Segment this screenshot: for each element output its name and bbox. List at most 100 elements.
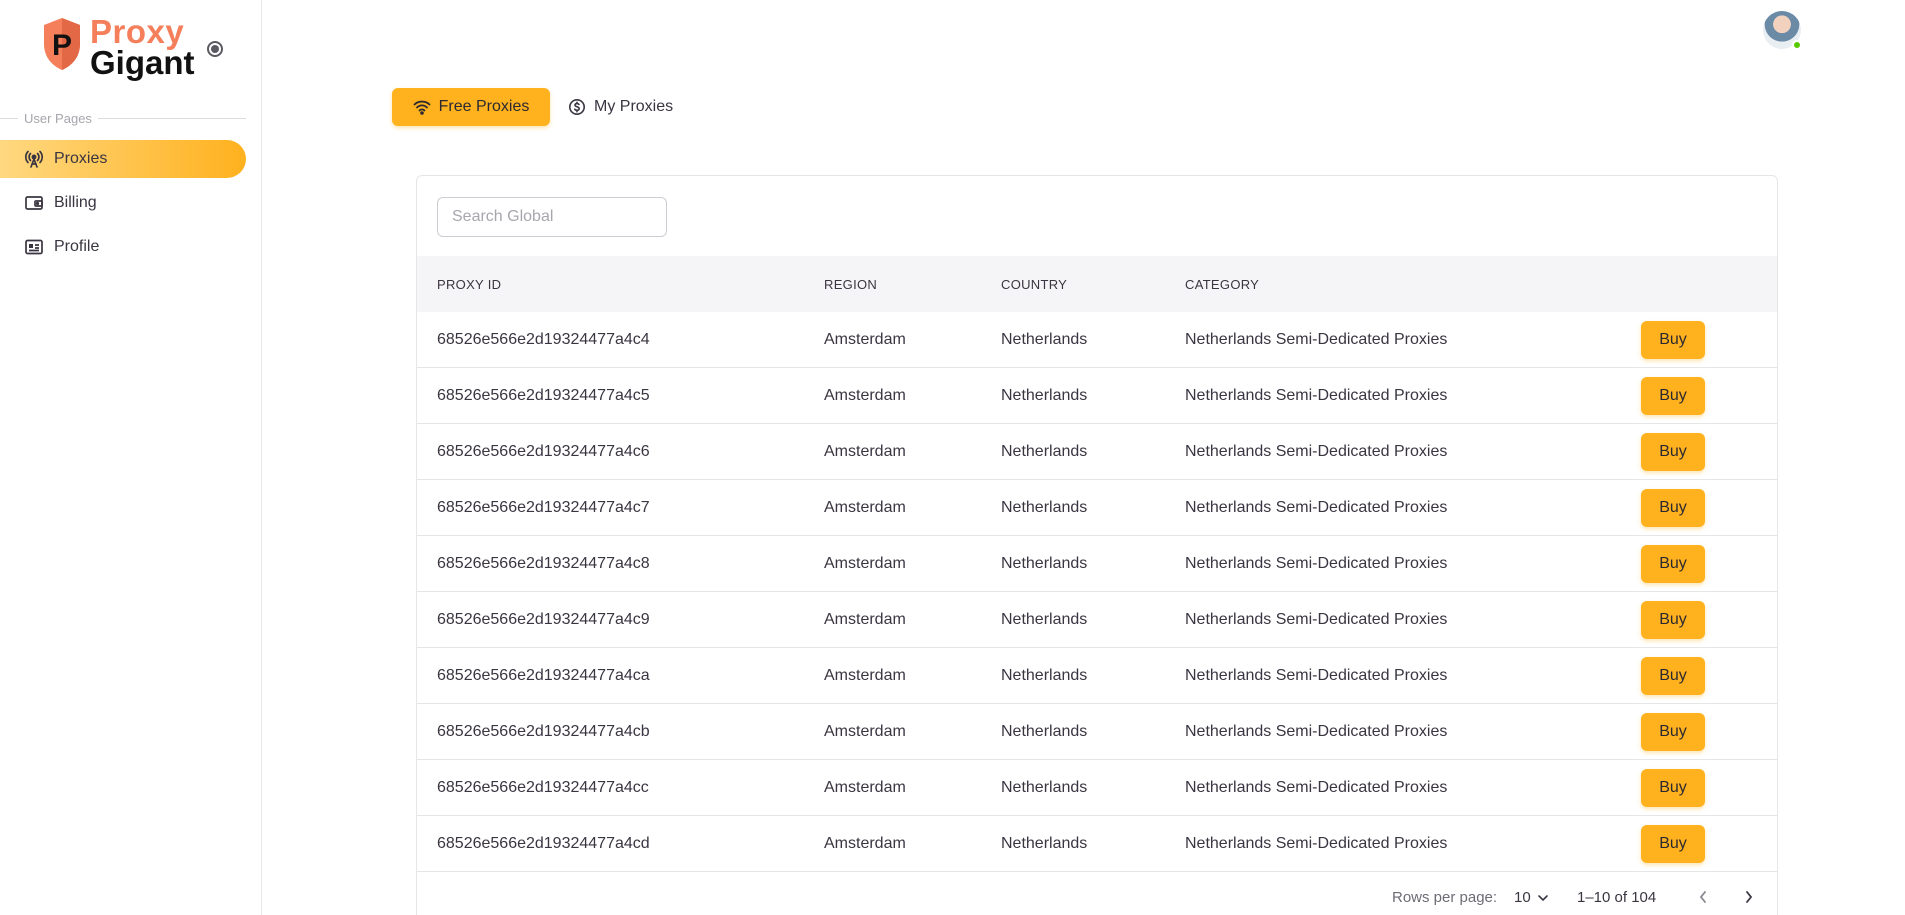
section-divider-right <box>97 117 246 119</box>
table-row: 68526e566e2d19324477a4cd Amsterdam Nethe… <box>417 816 1777 872</box>
table-row: 68526e566e2d19324477a4c9 Amsterdam Nethe… <box>417 592 1777 648</box>
chevron-left-icon <box>1699 891 1706 903</box>
cell-region: Amsterdam <box>824 834 906 852</box>
cell-region: Amsterdam <box>824 330 906 348</box>
header-region[interactable]: REGION <box>824 277 877 292</box>
cell-country: Netherlands <box>1001 554 1088 572</box>
rows-per-page-value: 10 <box>1514 889 1531 906</box>
chevron-down-icon <box>1537 894 1548 901</box>
header-country[interactable]: COUNTRY <box>1001 277 1067 292</box>
cell-category: Netherlands Semi-Dedicated Proxies <box>1185 498 1448 516</box>
table-row: 68526e566e2d19324477a4c5 Amsterdam Nethe… <box>417 368 1777 424</box>
search-input[interactable] <box>437 197 667 237</box>
tab-my-proxies[interactable]: My Proxies <box>568 88 688 126</box>
cell-region: Amsterdam <box>824 498 906 516</box>
id-card-icon <box>24 237 44 257</box>
cell-category: Netherlands Semi-Dedicated Proxies <box>1185 778 1448 796</box>
user-avatar[interactable] <box>1763 11 1802 50</box>
cell-region: Amsterdam <box>824 554 906 572</box>
sidebar-item-billing[interactable]: Billing <box>0 184 246 222</box>
antenna-icon <box>24 149 44 169</box>
next-page-button[interactable] <box>1739 887 1759 907</box>
cell-proxy-id: 68526e566e2d19324477a4ca <box>437 666 650 684</box>
sidebar-item-proxies[interactable]: Proxies <box>0 140 246 178</box>
chevron-right-icon <box>1746 891 1753 903</box>
tab-free-proxies[interactable]: Free Proxies <box>392 88 550 126</box>
header-proxy-id[interactable]: PROXY ID <box>437 277 501 292</box>
cell-proxy-id: 68526e566e2d19324477a4c9 <box>437 610 650 628</box>
cell-category: Netherlands Semi-Dedicated Proxies <box>1185 386 1448 404</box>
coin-icon <box>568 98 586 116</box>
buy-button[interactable]: Buy <box>1641 825 1705 863</box>
cell-proxy-id: 68526e566e2d19324477a4c4 <box>437 330 650 348</box>
table-row: 68526e566e2d19324477a4c7 Amsterdam Nethe… <box>417 480 1777 536</box>
table-header: PROXY ID REGION COUNTRY CATEGORY <box>417 256 1777 312</box>
table-pagination: Rows per page: 10 1–10 of 104 <box>417 872 1777 915</box>
cell-country: Netherlands <box>1001 834 1088 852</box>
rows-per-page-label: Rows per page: <box>1392 889 1498 906</box>
buy-button[interactable]: Buy <box>1641 657 1705 695</box>
brand-logo[interactable]: P Proxy Gigant <box>40 13 195 81</box>
sidebar-item-label: Proxies <box>54 150 108 167</box>
table-row: 68526e566e2d19324477a4cb Amsterdam Nethe… <box>417 704 1777 760</box>
cell-category: Netherlands Semi-Dedicated Proxies <box>1185 442 1448 460</box>
table-body: 68526e566e2d19324477a4c4 Amsterdam Nethe… <box>417 312 1777 872</box>
cell-region: Amsterdam <box>824 386 906 404</box>
cell-country: Netherlands <box>1001 386 1088 404</box>
buy-button[interactable]: Buy <box>1641 601 1705 639</box>
cell-region: Amsterdam <box>824 722 906 740</box>
cell-country: Netherlands <box>1001 610 1088 628</box>
cell-category: Netherlands Semi-Dedicated Proxies <box>1185 666 1448 684</box>
brand-name: Proxy Gigant <box>90 13 195 81</box>
cell-proxy-id: 68526e566e2d19324477a4c6 <box>437 442 650 460</box>
buy-button[interactable]: Buy <box>1641 713 1705 751</box>
buy-button[interactable]: Buy <box>1641 769 1705 807</box>
cell-country: Netherlands <box>1001 722 1088 740</box>
sidebar-item-label: Profile <box>54 238 100 255</box>
rows-per-page-select[interactable]: 10 <box>1514 889 1549 906</box>
wifi-icon <box>413 99 431 115</box>
buy-button[interactable]: Buy <box>1641 545 1705 583</box>
cell-country: Netherlands <box>1001 778 1088 796</box>
cell-country: Netherlands <box>1001 498 1088 516</box>
cell-region: Amsterdam <box>824 666 906 684</box>
header-category[interactable]: CATEGORY <box>1185 277 1259 292</box>
section-label: User Pages <box>0 110 246 126</box>
cell-region: Amsterdam <box>824 442 906 460</box>
section-label-text: User Pages <box>24 110 92 126</box>
brand-line-1: Proxy <box>90 13 185 50</box>
cell-country: Netherlands <box>1001 442 1088 460</box>
cell-category: Netherlands Semi-Dedicated Proxies <box>1185 834 1448 852</box>
tab-free-proxies-label: Free Proxies <box>438 98 530 115</box>
cell-country: Netherlands <box>1001 330 1088 348</box>
cell-category: Netherlands Semi-Dedicated Proxies <box>1185 554 1448 572</box>
cell-proxy-id: 68526e566e2d19324477a4c8 <box>437 554 650 572</box>
buy-button[interactable]: Buy <box>1641 377 1705 415</box>
buy-button[interactable]: Buy <box>1641 489 1705 527</box>
table-row: 68526e566e2d19324477a4c6 Amsterdam Nethe… <box>417 424 1777 480</box>
wallet-icon <box>24 193 44 213</box>
proxies-table-card: PROXY ID REGION COUNTRY CATEGORY 68526e5… <box>416 175 1778 915</box>
cell-proxy-id: 68526e566e2d19324477a4cd <box>437 834 650 852</box>
buy-button[interactable]: Buy <box>1641 321 1705 359</box>
shield-letter: P <box>52 29 72 62</box>
sidebar-item-profile[interactable]: Profile <box>0 228 246 266</box>
cell-region: Amsterdam <box>824 778 906 796</box>
cell-region: Amsterdam <box>824 610 906 628</box>
cell-proxy-id: 68526e566e2d19324477a4c7 <box>437 498 650 516</box>
table-row: 68526e566e2d19324477a4c8 Amsterdam Nethe… <box>417 536 1777 592</box>
brand-line-2: Gigant <box>90 44 195 81</box>
online-status-dot <box>1792 40 1802 50</box>
cell-country: Netherlands <box>1001 666 1088 684</box>
section-divider-left <box>0 117 18 119</box>
table-row: 68526e566e2d19324477a4cc Amsterdam Nethe… <box>417 760 1777 816</box>
sidebar-toggle-icon[interactable] <box>207 41 223 57</box>
cell-category: Netherlands Semi-Dedicated Proxies <box>1185 610 1448 628</box>
sidebar: P Proxy Gigant User Pages Proxies Billin… <box>0 0 262 915</box>
cell-category: Netherlands Semi-Dedicated Proxies <box>1185 722 1448 740</box>
table-row: 68526e566e2d19324477a4ca Amsterdam Nethe… <box>417 648 1777 704</box>
previous-page-button[interactable] <box>1693 887 1713 907</box>
sidebar-item-label: Billing <box>54 194 97 211</box>
cell-proxy-id: 68526e566e2d19324477a4c5 <box>437 386 650 404</box>
buy-button[interactable]: Buy <box>1641 433 1705 471</box>
